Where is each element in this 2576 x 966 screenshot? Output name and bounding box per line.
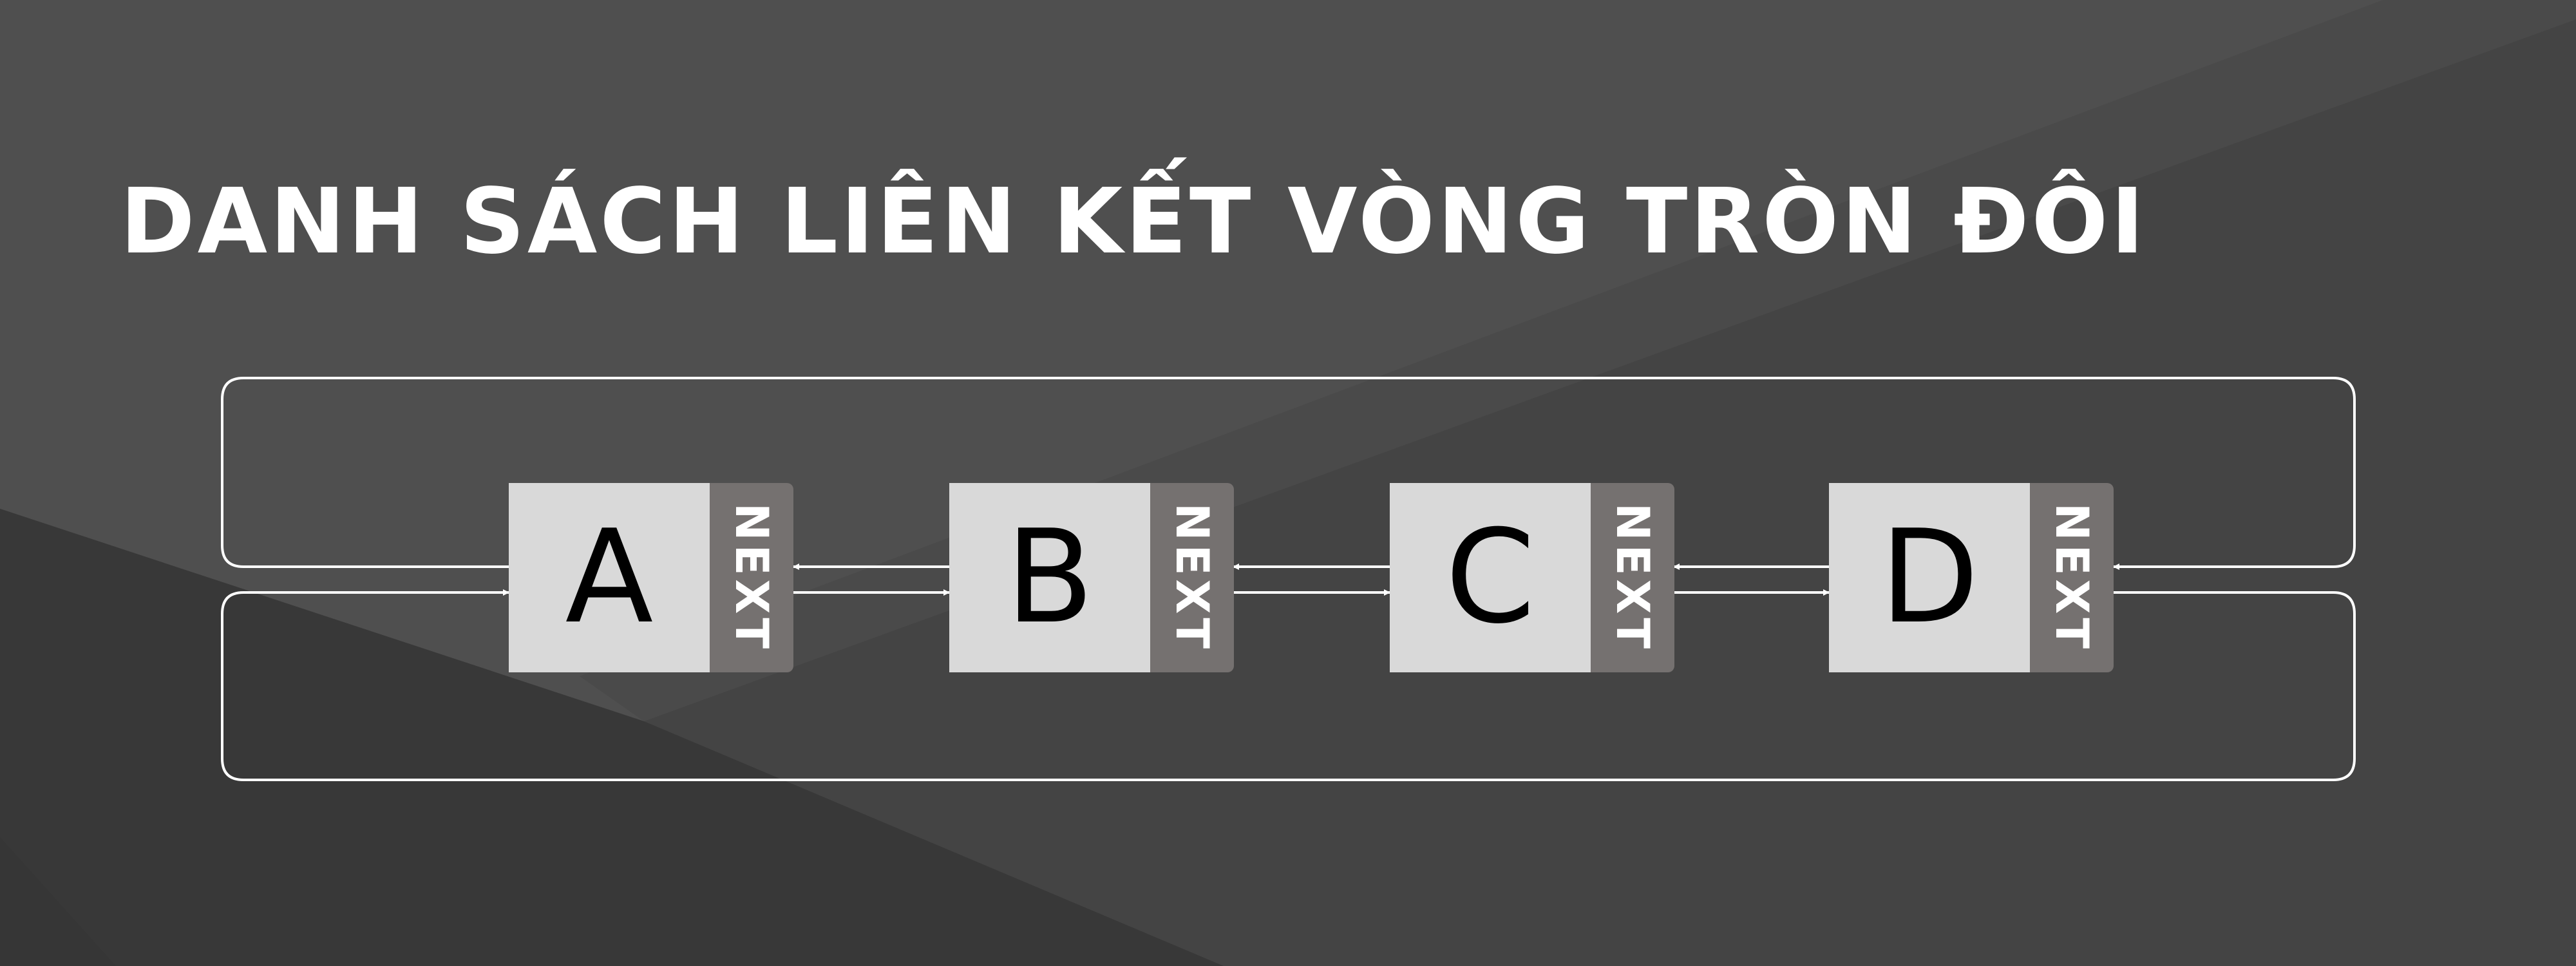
link-wires [221, 377, 2356, 781]
node-pointer-label: NEXT [1166, 502, 1218, 653]
node-pointer: NEXT [1591, 483, 1674, 672]
node-value: B [949, 483, 1150, 672]
node-pointer-label: NEXT [2045, 502, 2098, 653]
node-pointer-label: NEXT [1606, 502, 1659, 653]
node-value: C [1390, 483, 1591, 672]
node-b: B NEXT [949, 483, 1234, 672]
node-pointer: NEXT [1150, 483, 1234, 672]
node-pointer: NEXT [2030, 483, 2114, 672]
node-pointer-label: NEXT [725, 502, 778, 653]
diagram-canvas: DANH SÁCH LIÊN KẾT VÒNG TRÒN ĐÔI A NEXT … [0, 0, 2576, 966]
node-value: A [509, 483, 710, 672]
node-a: A NEXT [509, 483, 793, 672]
node-pointer: NEXT [710, 483, 793, 672]
node-d: D NEXT [1829, 483, 2114, 672]
node-c: C NEXT [1390, 483, 1674, 672]
node-value: D [1829, 483, 2030, 672]
